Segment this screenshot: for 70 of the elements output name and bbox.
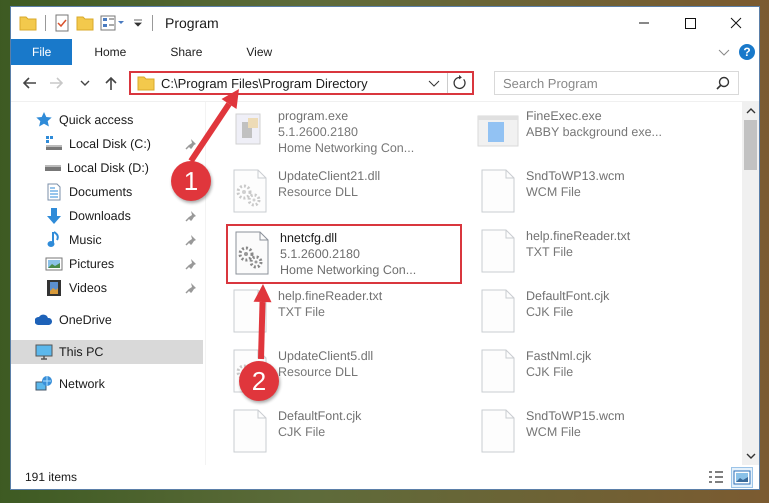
monitor-icon [35,343,53,361]
folder-icon [137,74,155,92]
drive-icon [45,135,63,153]
file-detail: CJK File [278,424,326,440]
file-name[interactable]: FineExec.exe [526,108,662,124]
file-detail: Home Networking Con... [278,140,414,156]
sidebar-item[interactable]: Local Disk (D:) [11,156,153,180]
checklist-icon[interactable] [54,14,70,32]
file-name[interactable]: hnetcfg.dll [280,230,416,246]
file-item[interactable]: hnetcfg.dll 5.1.2600.2180 Home Networking Con... [226,224,462,284]
file-detail: TXT File [526,244,574,260]
number-badge: 1 [171,161,211,201]
item-count: 191 items [25,470,78,484]
ribbon-tab[interactable]: Share [148,39,224,65]
picture-icon [45,255,63,273]
file-detail: WCM File [526,424,582,440]
file-detail: TXT File [278,304,326,320]
window-title: Program [165,15,219,31]
search-icon[interactable] [716,76,730,90]
document-icon [45,183,63,201]
file-detail: Resource DLL [278,184,359,200]
sidebar-item[interactable]: Downloads [11,204,135,228]
large-icons-view-icon[interactable] [731,466,753,488]
file-name[interactable]: SndToWP15.wcm [526,408,625,424]
scroll-up-icon [744,106,756,116]
sidebar-item[interactable]: This PC [11,340,203,364]
file-name[interactable]: UpdateClient5.dll [278,348,374,364]
ribbon-tab[interactable]: View [224,39,294,65]
number-badge: 2 [239,361,279,401]
file-name[interactable]: UpdateClient21.dll [278,168,380,184]
download-arrow-icon [45,207,63,225]
properties-icon[interactable] [100,14,126,32]
sidebar-item[interactable]: Quick access [11,108,138,132]
file-detail: Resource DLL [278,364,359,380]
address-bar[interactable]: C:\Program Files\Program Directory [129,71,474,95]
file-name[interactable]: DefaultFont.cjk [278,408,362,424]
film-icon [45,279,63,297]
file-detail: Home Networking Con... [280,262,416,278]
file-detail: WCM File [526,184,582,200]
file-name[interactable]: DefaultFont.cjk [526,288,610,304]
sidebar-item[interactable]: Videos [11,276,111,300]
sidebar-item[interactable]: Local Disk (C:) [11,132,155,156]
ribbon-tab[interactable]: Home [72,39,148,65]
sidebar-item[interactable]: Documents [11,180,136,204]
help-button[interactable]: ? [739,44,755,60]
sidebar-item[interactable]: Pictures [11,252,118,276]
back-arrow-icon[interactable] [21,75,37,91]
sidebar-item[interactable]: Music [11,228,106,252]
up-arrow-icon[interactable] [103,75,119,91]
ribbon-tab[interactable]: File [11,39,72,65]
scrollbar[interactable] [742,102,759,465]
sidebar-item[interactable]: Network [11,372,109,396]
drive-icon [45,165,61,171]
scroll-thumb[interactable] [744,120,757,170]
network-icon [35,375,53,393]
scroll-down-icon [744,451,756,461]
file-detail: CJK File [526,304,574,320]
star-icon [35,111,53,129]
sidebar-item[interactable]: OneDrive [11,308,116,332]
file-name[interactable]: FastNml.cjk [526,348,592,364]
file-detail: ABBY background exe... [526,124,662,140]
file-name[interactable]: program.exe [278,108,414,124]
file-name[interactable]: help.fineReader.txt [526,228,630,244]
file-detail: 5.1.2600.2180 [278,124,359,140]
file-detail: 5.1.2600.2180 [280,246,361,262]
address-path: C:\Program Files\Program Directory [161,76,369,90]
file-name[interactable]: help.fineReader.txt [278,288,382,304]
search-field[interactable]: Search Program [494,71,739,95]
file-name[interactable]: SndToWP13.wcm [526,168,625,184]
file-detail: CJK File [526,364,574,380]
